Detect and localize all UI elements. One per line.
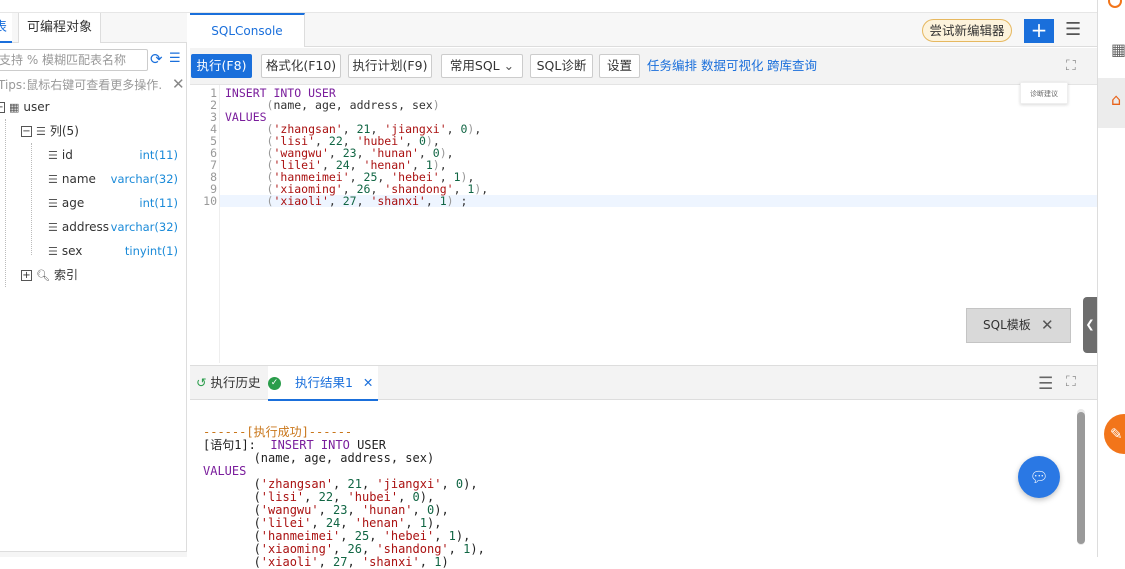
result-output: ------[执行成功]------ [语句1]: INSERT INTO US… <box>190 401 1097 569</box>
collapse-all-icon[interactable]: ☰ <box>169 50 185 68</box>
chevron-left-icon[interactable]: ❮ <box>1083 297 1097 353</box>
settings-button[interactable]: 设置 <box>599 54 640 78</box>
tree-column[interactable]: ☰ sex tinyint(1) <box>48 240 187 262</box>
close-icon[interactable]: ✕ <box>1041 309 1054 342</box>
fullscreen-icon[interactable]: ⛶ <box>1066 58 1076 74</box>
execute-button[interactable]: 执行(F8) <box>191 54 252 78</box>
tab-execution-history[interactable]: ↺ 执行历史 <box>196 366 260 401</box>
editor-toolbar: 执行(F8) 格式化(F10) 执行计划(F9) 常用SQL ⌄ SQL诊断 设… <box>190 48 1097 85</box>
result-line: ('xiaoli', 27, 'shanxi', 1) <box>203 555 449 569</box>
tree-node-columns[interactable]: − ☰ 列(5) <box>21 120 79 142</box>
close-tips-icon[interactable]: ✕ <box>172 76 185 92</box>
tab-execution-result[interactable]: ✓ 执行结果1 ✕ <box>268 366 378 401</box>
sql-template-panel[interactable]: SQL模板 ✕ <box>966 308 1071 343</box>
tab-programmable-objects[interactable]: 可编程对象 <box>18 13 101 43</box>
left-panel-footer <box>0 551 187 557</box>
collapse-icon[interactable]: − <box>21 126 32 137</box>
common-sql-label: 常用SQL <box>449 58 500 73</box>
column-type: tinyint(1) <box>124 244 178 258</box>
fullscreen-icon[interactable]: ⛶ <box>1066 374 1076 390</box>
column-icon: ☰ <box>48 220 58 234</box>
tree-node-table[interactable]: −▦user <box>0 96 50 118</box>
sql-console-area: SQLConsole 尝试新编辑器 + ☰ 执行(F8) 格式化(F10) 执行… <box>190 13 1097 569</box>
chevron-down-icon: ⌄ <box>503 58 515 73</box>
main-tab-bar: SQLConsole 尝试新编辑器 + ☰ <box>190 13 1097 47</box>
column-icon: ☰ <box>48 244 58 258</box>
code-line: ('xiaoli', 27, 'shanxi', 1) ; <box>266 194 468 208</box>
chat-assistant-icon[interactable]: 💬︎ <box>1018 456 1060 498</box>
line-number-gutter: 1 2 3 4 5 6 7 8 9 10 <box>190 85 220 363</box>
edit-icon[interactable]: ✎ <box>1104 414 1125 454</box>
grid-icon[interactable]: ▦ <box>1111 40 1125 59</box>
data-visualization-link[interactable]: 数据可视化 <box>701 54 764 78</box>
scrollbar-thumb[interactable] <box>1077 412 1085 544</box>
key-icon: 🔍︎ <box>36 268 50 282</box>
tree-column[interactable]: ☰ name varchar(32) <box>48 168 187 190</box>
tree-guide <box>5 119 6 287</box>
table-icon: ▦ <box>9 100 20 114</box>
task-orchestration-link[interactable]: 任务编排 <box>647 54 697 78</box>
table-search-input[interactable]: 支持 % 模糊匹配表名称 <box>0 49 148 71</box>
tree-guide <box>31 143 32 255</box>
tips-text: Tips:鼠标右键可查看更多操作… <box>0 78 162 92</box>
format-button[interactable]: 格式化(F10) <box>261 54 341 78</box>
left-tab-bar: 表 可编程对象 <box>0 13 187 43</box>
object-tree-panel: 表 可编程对象 支持 % 模糊匹配表名称 ⟳ ☰ Tips:鼠标右键可查看更多操… <box>0 13 187 557</box>
shop-icon[interactable]: ⌂ <box>1111 90 1121 109</box>
sql-template-label: SQL模板 <box>983 318 1031 332</box>
cross-db-query-link[interactable]: 跨库查询 <box>767 54 817 78</box>
column-icon: ☰ <box>48 148 58 162</box>
expand-icon[interactable]: + <box>21 270 32 281</box>
tab-sqlconsole[interactable]: SQLConsole <box>190 13 305 47</box>
menu-icon[interactable]: ☰ <box>1038 374 1053 394</box>
try-new-editor-button[interactable]: 尝试新编辑器 <box>922 19 1012 42</box>
column-icon: ☰ <box>48 196 58 210</box>
column-type: int(11) <box>139 196 178 210</box>
list-icon: ☰ <box>36 124 46 138</box>
tree-column[interactable]: ☰ id int(11) <box>48 144 187 166</box>
column-icon: ☰ <box>48 172 58 186</box>
success-icon: ✓ <box>268 377 281 390</box>
tree-node-index[interactable]: + 🔍︎ 索引 <box>21 264 78 286</box>
common-sql-dropdown[interactable]: 常用SQL ⌄ <box>441 54 523 78</box>
collapse-icon[interactable]: − <box>0 102 5 113</box>
sql-editor[interactable]: 1 2 3 4 5 6 7 8 9 10 INSERT INTO USER (n… <box>190 82 1097 363</box>
diagnosis-tooltip: 诊断建议 <box>1020 82 1068 104</box>
tree-column[interactable]: ☰ age int(11) <box>48 192 187 214</box>
line-number: 10 <box>203 194 217 208</box>
column-type: int(11) <box>139 148 178 162</box>
sql-diagnose-button[interactable]: SQL诊断 <box>530 54 593 78</box>
notification-icon[interactable] <box>1108 0 1122 8</box>
column-type: varchar(32) <box>110 172 178 186</box>
add-console-button[interactable]: + <box>1024 19 1054 43</box>
right-side-rail: ▦ ⌂ ✎ <box>1097 0 1125 557</box>
tree-column[interactable]: ☰ address varchar(32) <box>48 216 187 238</box>
close-tab-icon[interactable]: ✕ <box>363 375 373 390</box>
history-icon: ↺ <box>196 375 207 390</box>
tab-tables[interactable]: 表 <box>0 13 12 43</box>
result-tab-bar: ↺ 执行历史 ✓ 执行结果1 ✕ ☰ ⛶ <box>190 365 1097 401</box>
execution-plan-button[interactable]: 执行计划(F9) <box>348 54 432 78</box>
column-type: varchar(32) <box>110 220 178 234</box>
menu-icon[interactable]: ☰ <box>1065 19 1083 41</box>
top-strip <box>0 0 1097 13</box>
refresh-icon[interactable]: ⟳ <box>150 50 166 68</box>
